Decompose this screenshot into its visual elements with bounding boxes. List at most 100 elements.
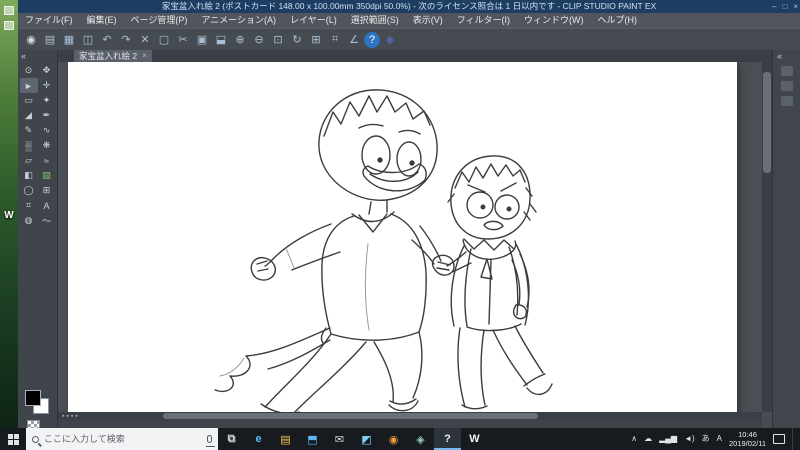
canvas-viewport <box>58 62 762 412</box>
desktop-icon[interactable] <box>4 21 14 30</box>
text-tool[interactable]: A <box>38 198 56 213</box>
mail-icon[interactable]: ✉ <box>326 428 353 450</box>
undo-icon[interactable]: ↶ <box>98 31 116 48</box>
zoom-out-icon[interactable]: ⊖ <box>250 31 268 48</box>
save-file-icon[interactable]: ◫ <box>79 31 97 48</box>
paint-app-icon[interactable]: ◈ <box>407 428 434 450</box>
snap-special-icon[interactable]: ∠ <box>345 31 363 48</box>
tab-close-icon[interactable]: × <box>142 50 147 62</box>
cut-icon[interactable]: ✂ <box>174 31 192 48</box>
copy-icon[interactable]: ▣ <box>193 31 211 48</box>
eraser-tool[interactable]: ▱ <box>20 153 38 168</box>
layer-move-tool[interactable]: ✛ <box>38 78 56 93</box>
grid-icon[interactable]: ⊞ <box>307 31 325 48</box>
menu-file[interactable]: ファイル(F) <box>18 13 80 28</box>
clip-studio-paint-icon[interactable]: ? <box>434 428 461 450</box>
ime-lang-icon[interactable]: あ <box>702 428 710 450</box>
gradient-tool[interactable]: ▨ <box>38 168 56 183</box>
zoom-tool[interactable]: ⊙ <box>20 63 38 78</box>
rotate-reset-icon[interactable]: ↻ <box>288 31 306 48</box>
vertical-scrollbar[interactable] <box>762 50 772 412</box>
task-view-icon[interactable]: ⧉ <box>218 428 245 450</box>
auto-select-tool[interactable]: ✦ <box>38 93 56 108</box>
titlebar: 家宝盆入れ絵 2 (ポストカード 148.00 x 100.00mm 350dp… <box>18 0 800 13</box>
collapsed-panel-icon[interactable] <box>780 66 793 76</box>
edge-icon[interactable]: e <box>245 428 272 450</box>
start-button[interactable] <box>0 428 26 450</box>
airbrush-tool[interactable]: ▒ <box>20 138 38 153</box>
network-icon[interactable]: ▂▄▆ <box>659 428 677 450</box>
hscroll-track[interactable] <box>82 412 762 420</box>
volume-icon[interactable]: ◄) <box>684 428 695 450</box>
panel-collapse-icon[interactable]: « <box>773 50 800 61</box>
hscroll-thumb[interactable] <box>163 413 538 419</box>
vscroll-thumb[interactable] <box>763 71 771 174</box>
ruler-tool[interactable]: ⌗ <box>20 198 38 213</box>
operation-tool[interactable]: ► <box>19 78 38 93</box>
desktop-shortcut-label[interactable]: W <box>0 210 18 221</box>
decoration-tool[interactable]: ❋ <box>38 138 56 153</box>
line-correction-tool[interactable]: 〜 <box>38 213 56 228</box>
deselect-icon[interactable]: ▢ <box>155 31 173 48</box>
collapsed-panel-icon[interactable] <box>780 96 793 106</box>
foreground-color-swatch[interactable] <box>25 390 41 406</box>
maximize-button[interactable]: □ <box>782 0 787 13</box>
delete-icon[interactable]: ✕ <box>136 31 154 48</box>
reference-icon[interactable]: ◆ <box>381 31 399 48</box>
fit-to-screen-icon[interactable]: ⊡ <box>269 31 287 48</box>
menu-help[interactable]: ヘルプ(H) <box>591 13 645 28</box>
collapsed-panel-icon[interactable] <box>780 81 793 91</box>
photos-icon[interactable]: ◩ <box>353 428 380 450</box>
menu-animation[interactable]: アニメーション(A) <box>194 13 283 28</box>
action-center-icon[interactable] <box>773 434 785 444</box>
menu-filter[interactable]: フィルター(I) <box>450 13 517 28</box>
open-file-icon[interactable]: ▦ <box>60 31 78 48</box>
firefox-icon[interactable]: ◉ <box>380 428 407 450</box>
microphone-icon[interactable] <box>206 435 215 447</box>
minimize-button[interactable]: – <box>772 0 776 13</box>
tray-expand-icon[interactable]: ∧ <box>631 428 637 450</box>
ime-mode-icon[interactable]: A <box>717 428 722 450</box>
clip-studio-icon[interactable]: W <box>461 428 488 450</box>
palette-collapse-icon[interactable]: « <box>18 50 57 63</box>
horizontal-scrollbar[interactable]: ▪ ▪ ▪ ▪ <box>58 412 762 420</box>
clock-time: 10:46 <box>738 429 757 439</box>
taskbar-clock[interactable]: 10:46 2019/02/11 <box>729 430 766 449</box>
windows-logo-icon <box>7 433 19 445</box>
figure-tool[interactable]: ◯ <box>20 183 38 198</box>
help-icon[interactable]: ? <box>364 31 380 48</box>
brush-tool[interactable]: ∿ <box>38 123 56 138</box>
file-explorer-icon[interactable]: ▤ <box>272 428 299 450</box>
status-nav-icons[interactable]: ▪ ▪ ▪ ▪ <box>58 413 82 420</box>
pencil-tool[interactable]: ✎ <box>20 123 38 138</box>
onedrive-icon[interactable]: ☁ <box>644 428 652 450</box>
search-input[interactable] <box>44 434 202 444</box>
store-icon[interactable]: ⬒ <box>299 428 326 450</box>
redo-icon[interactable]: ↷ <box>117 31 135 48</box>
pen-tool[interactable]: ✒ <box>38 108 56 123</box>
move-tool[interactable]: ✥ <box>38 63 56 78</box>
document-tab[interactable]: 家宝盆入れ絵 2 × <box>74 50 152 62</box>
balloon-tool[interactable]: ◍ <box>20 213 38 228</box>
close-button[interactable]: × <box>793 0 798 13</box>
blend-tool[interactable]: ≈ <box>38 153 56 168</box>
selection-tool[interactable]: ▭ <box>20 93 38 108</box>
eyedropper-tool[interactable]: ◢ <box>20 108 38 123</box>
paste-icon[interactable]: ⬓ <box>212 31 230 48</box>
fill-tool[interactable]: ◧ <box>20 168 38 183</box>
menu-view[interactable]: 表示(V) <box>406 13 450 28</box>
desktop-icon[interactable] <box>4 6 14 15</box>
menu-page[interactable]: ページ管理(P) <box>124 13 195 28</box>
show-desktop-button[interactable] <box>792 428 796 450</box>
menu-edit[interactable]: 編集(E) <box>80 13 124 28</box>
taskbar-search[interactable] <box>26 428 218 450</box>
new-file-icon[interactable]: ▤ <box>41 31 59 48</box>
drawing-canvas[interactable] <box>68 62 737 412</box>
clip-studio-logo-icon[interactable]: ◉ <box>22 31 40 48</box>
menu-layer[interactable]: レイヤー(L) <box>283 13 344 28</box>
menu-window[interactable]: ウィンドウ(W) <box>517 13 591 28</box>
zoom-in-icon[interactable]: ⊕ <box>231 31 249 48</box>
menu-selection[interactable]: 選択範囲(S) <box>344 13 406 28</box>
frame-border-tool[interactable]: ⊞ <box>38 183 56 198</box>
snap-ruler-icon[interactable]: ⌗ <box>326 31 344 48</box>
